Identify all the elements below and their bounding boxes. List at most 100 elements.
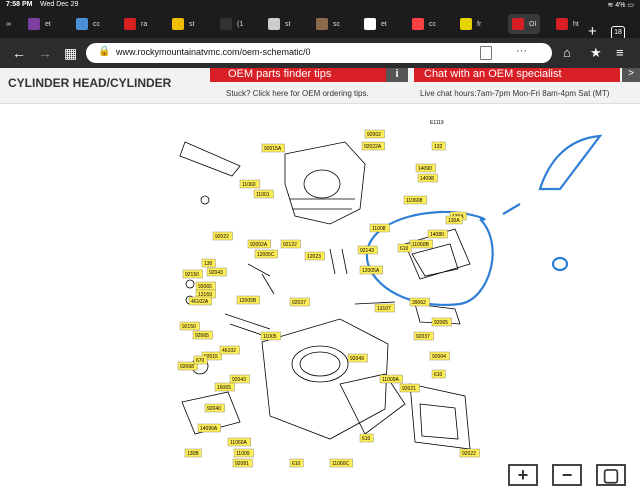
part-number-label[interactable]: 11009A bbox=[382, 377, 400, 383]
part-number-label[interactable]: 14090 bbox=[418, 166, 432, 172]
part-number-label[interactable]: 92065 bbox=[198, 284, 212, 290]
part-number-label[interactable]: 14098 bbox=[420, 176, 434, 182]
chat-specialist-button[interactable]: Chat with an OEM specialist bbox=[414, 68, 620, 82]
part-number-label[interactable]: 610 bbox=[362, 436, 371, 442]
status-bar: 7:58 PM Wed Dec 29 ≋ 4% ▭ bbox=[0, 0, 640, 10]
tab-favicon-icon bbox=[268, 18, 280, 30]
fullscreen-button[interactable]: ▢ bbox=[596, 464, 626, 486]
tab-favicon-icon bbox=[556, 18, 568, 30]
browser-tab[interactable]: sc bbox=[316, 14, 340, 34]
menu-icon[interactable]: ≡ bbox=[616, 45, 624, 60]
part-number-label[interactable]: 11060A bbox=[230, 440, 248, 446]
part-number-label[interactable]: 92143 bbox=[360, 248, 374, 254]
oem-tips-subtext[interactable]: Stuck? Click here for OEM ordering tips. bbox=[226, 89, 369, 98]
part-number-label[interactable]: 12005C bbox=[257, 252, 275, 258]
parts-schematic[interactable]: E1119 92015A9200292022A 1321106014090140… bbox=[0, 104, 640, 480]
browser-tab[interactable]: et bbox=[364, 14, 387, 34]
tab-favicon-icon bbox=[412, 18, 424, 30]
tab-close-icon[interactable]: ∞ bbox=[6, 14, 11, 34]
part-number-label[interactable]: 11005 bbox=[263, 334, 277, 340]
tab-favicon-icon bbox=[316, 18, 328, 30]
part-number-label[interactable]: 92040 bbox=[207, 406, 221, 412]
part-number-label[interactable]: 16065 bbox=[217, 385, 231, 391]
part-number-label[interactable]: 13107 bbox=[377, 306, 391, 312]
part-number-label[interactable]: 92037 bbox=[292, 300, 306, 306]
address-bar[interactable]: 🔒 www.rockymountainatvmc.com/oem-schemat… bbox=[86, 43, 552, 63]
tab-label: fr bbox=[477, 20, 482, 28]
engine-drawing bbox=[179, 141, 471, 450]
part-number-label[interactable]: 92002 bbox=[367, 132, 381, 138]
browser-tab[interactable]: fr bbox=[460, 14, 481, 34]
part-number-label[interactable]: 11060C bbox=[332, 461, 350, 467]
browser-tab[interactable]: cc bbox=[412, 14, 436, 34]
part-number-label[interactable]: 12023 bbox=[307, 254, 321, 260]
part-number-label[interactable]: 130 bbox=[204, 261, 213, 267]
tab-label: st bbox=[285, 20, 291, 28]
part-number-label[interactable]: 670 bbox=[196, 358, 205, 364]
part-number-label[interactable]: 92022 bbox=[215, 234, 229, 240]
browser-tab[interactable]: cc bbox=[76, 14, 100, 34]
part-number-label[interactable]: 110608 bbox=[406, 198, 423, 204]
part-number-label[interactable]: 14090A bbox=[200, 426, 218, 432]
part-number-label[interactable]: 610 bbox=[292, 461, 301, 467]
part-number-label[interactable]: 92043 bbox=[232, 377, 246, 383]
part-number-label[interactable]: 130A bbox=[448, 218, 460, 224]
browser-tab[interactable]: st bbox=[172, 14, 194, 34]
info-icon: i bbox=[386, 68, 408, 82]
back-button[interactable]: ← bbox=[12, 45, 26, 61]
part-number-label[interactable]: 12005A bbox=[362, 268, 380, 274]
oem-tips-button[interactable]: OEM parts finder tips i bbox=[210, 68, 408, 82]
part-number-label[interactable]: 92022A bbox=[364, 144, 382, 150]
tab-label: ra bbox=[141, 20, 148, 28]
part-number-label[interactable]: 46102 bbox=[222, 348, 236, 354]
forward-button[interactable]: → bbox=[38, 45, 52, 61]
part-number-label[interactable]: 11060 bbox=[242, 182, 256, 188]
part-number-label[interactable]: 11008 bbox=[372, 226, 386, 232]
part-number-label[interactable]: 92049 bbox=[350, 356, 364, 362]
part-number-label[interactable]: 92004 bbox=[432, 354, 446, 360]
part-number-label[interactable]: 92021 bbox=[402, 386, 416, 392]
part-number-label[interactable]: 92150 bbox=[182, 324, 196, 330]
more-icon[interactable]: ··· bbox=[516, 45, 527, 57]
part-number-label[interactable]: 92150 bbox=[185, 272, 199, 278]
part-number-label[interactable]: 92043 bbox=[209, 270, 223, 276]
tab-label: (1 bbox=[237, 20, 244, 28]
part-number-label[interactable]: 12005B bbox=[239, 298, 257, 304]
part-number-label[interactable]: 46102A bbox=[191, 299, 209, 305]
part-number-label[interactable]: 92065 bbox=[195, 333, 209, 339]
part-number-label[interactable]: 92065 bbox=[434, 320, 448, 326]
part-number-label[interactable]: 92081 bbox=[235, 461, 249, 467]
zoom-out-button[interactable]: − bbox=[552, 464, 582, 486]
part-number-label[interactable]: 610 bbox=[400, 246, 409, 252]
part-number-label[interactable]: 130B bbox=[187, 451, 199, 457]
part-number-label[interactable]: 132 bbox=[434, 144, 443, 150]
part-number-label[interactable]: 39062 bbox=[412, 300, 426, 306]
browser-tab[interactable]: et bbox=[28, 14, 51, 34]
browser-tab[interactable]: st bbox=[268, 14, 290, 34]
part-number-label[interactable]: 92002A bbox=[250, 242, 268, 248]
page-header: CYLINDER HEAD/CYLINDER OEM parts finder … bbox=[0, 68, 640, 104]
tab-favicon-icon bbox=[76, 18, 88, 30]
part-number-label[interactable]: 92015A bbox=[264, 146, 282, 152]
part-number-label[interactable]: 14080 bbox=[430, 232, 444, 238]
part-number-label[interactable]: 610 bbox=[434, 372, 443, 378]
browser-tab[interactable]: ra bbox=[124, 14, 147, 34]
reader-view-icon[interactable] bbox=[480, 46, 492, 60]
part-number-label[interactable]: 92037 bbox=[416, 334, 430, 340]
part-number-label[interactable]: 11060B bbox=[412, 242, 430, 248]
browser-tab[interactable]: (1 bbox=[220, 14, 243, 34]
part-number-label[interactable]: 92122 bbox=[283, 242, 297, 248]
chat-arrow-icon[interactable]: > bbox=[622, 68, 640, 82]
browser-toolbar: ← → ▦ 🔒 www.rockymountainatvmc.com/oem-s… bbox=[0, 38, 640, 68]
home-icon[interactable]: ⌂ bbox=[563, 45, 571, 60]
part-number-label[interactable]: 11001 bbox=[256, 192, 270, 198]
zoom-in-button[interactable]: + bbox=[508, 464, 538, 486]
browser-tab[interactable]: OI bbox=[508, 14, 541, 34]
bookmark-icon[interactable]: ★ bbox=[590, 45, 602, 61]
tab-label: st bbox=[189, 20, 195, 28]
part-number-label[interactable]: 11009 bbox=[236, 451, 250, 457]
tabs-grid-button[interactable]: ▦ bbox=[64, 45, 77, 62]
browser-tab[interactable]: ht bbox=[556, 14, 579, 34]
part-number-label[interactable]: 92022 bbox=[462, 451, 476, 457]
part-number-label[interactable]: 92068 bbox=[180, 364, 194, 370]
